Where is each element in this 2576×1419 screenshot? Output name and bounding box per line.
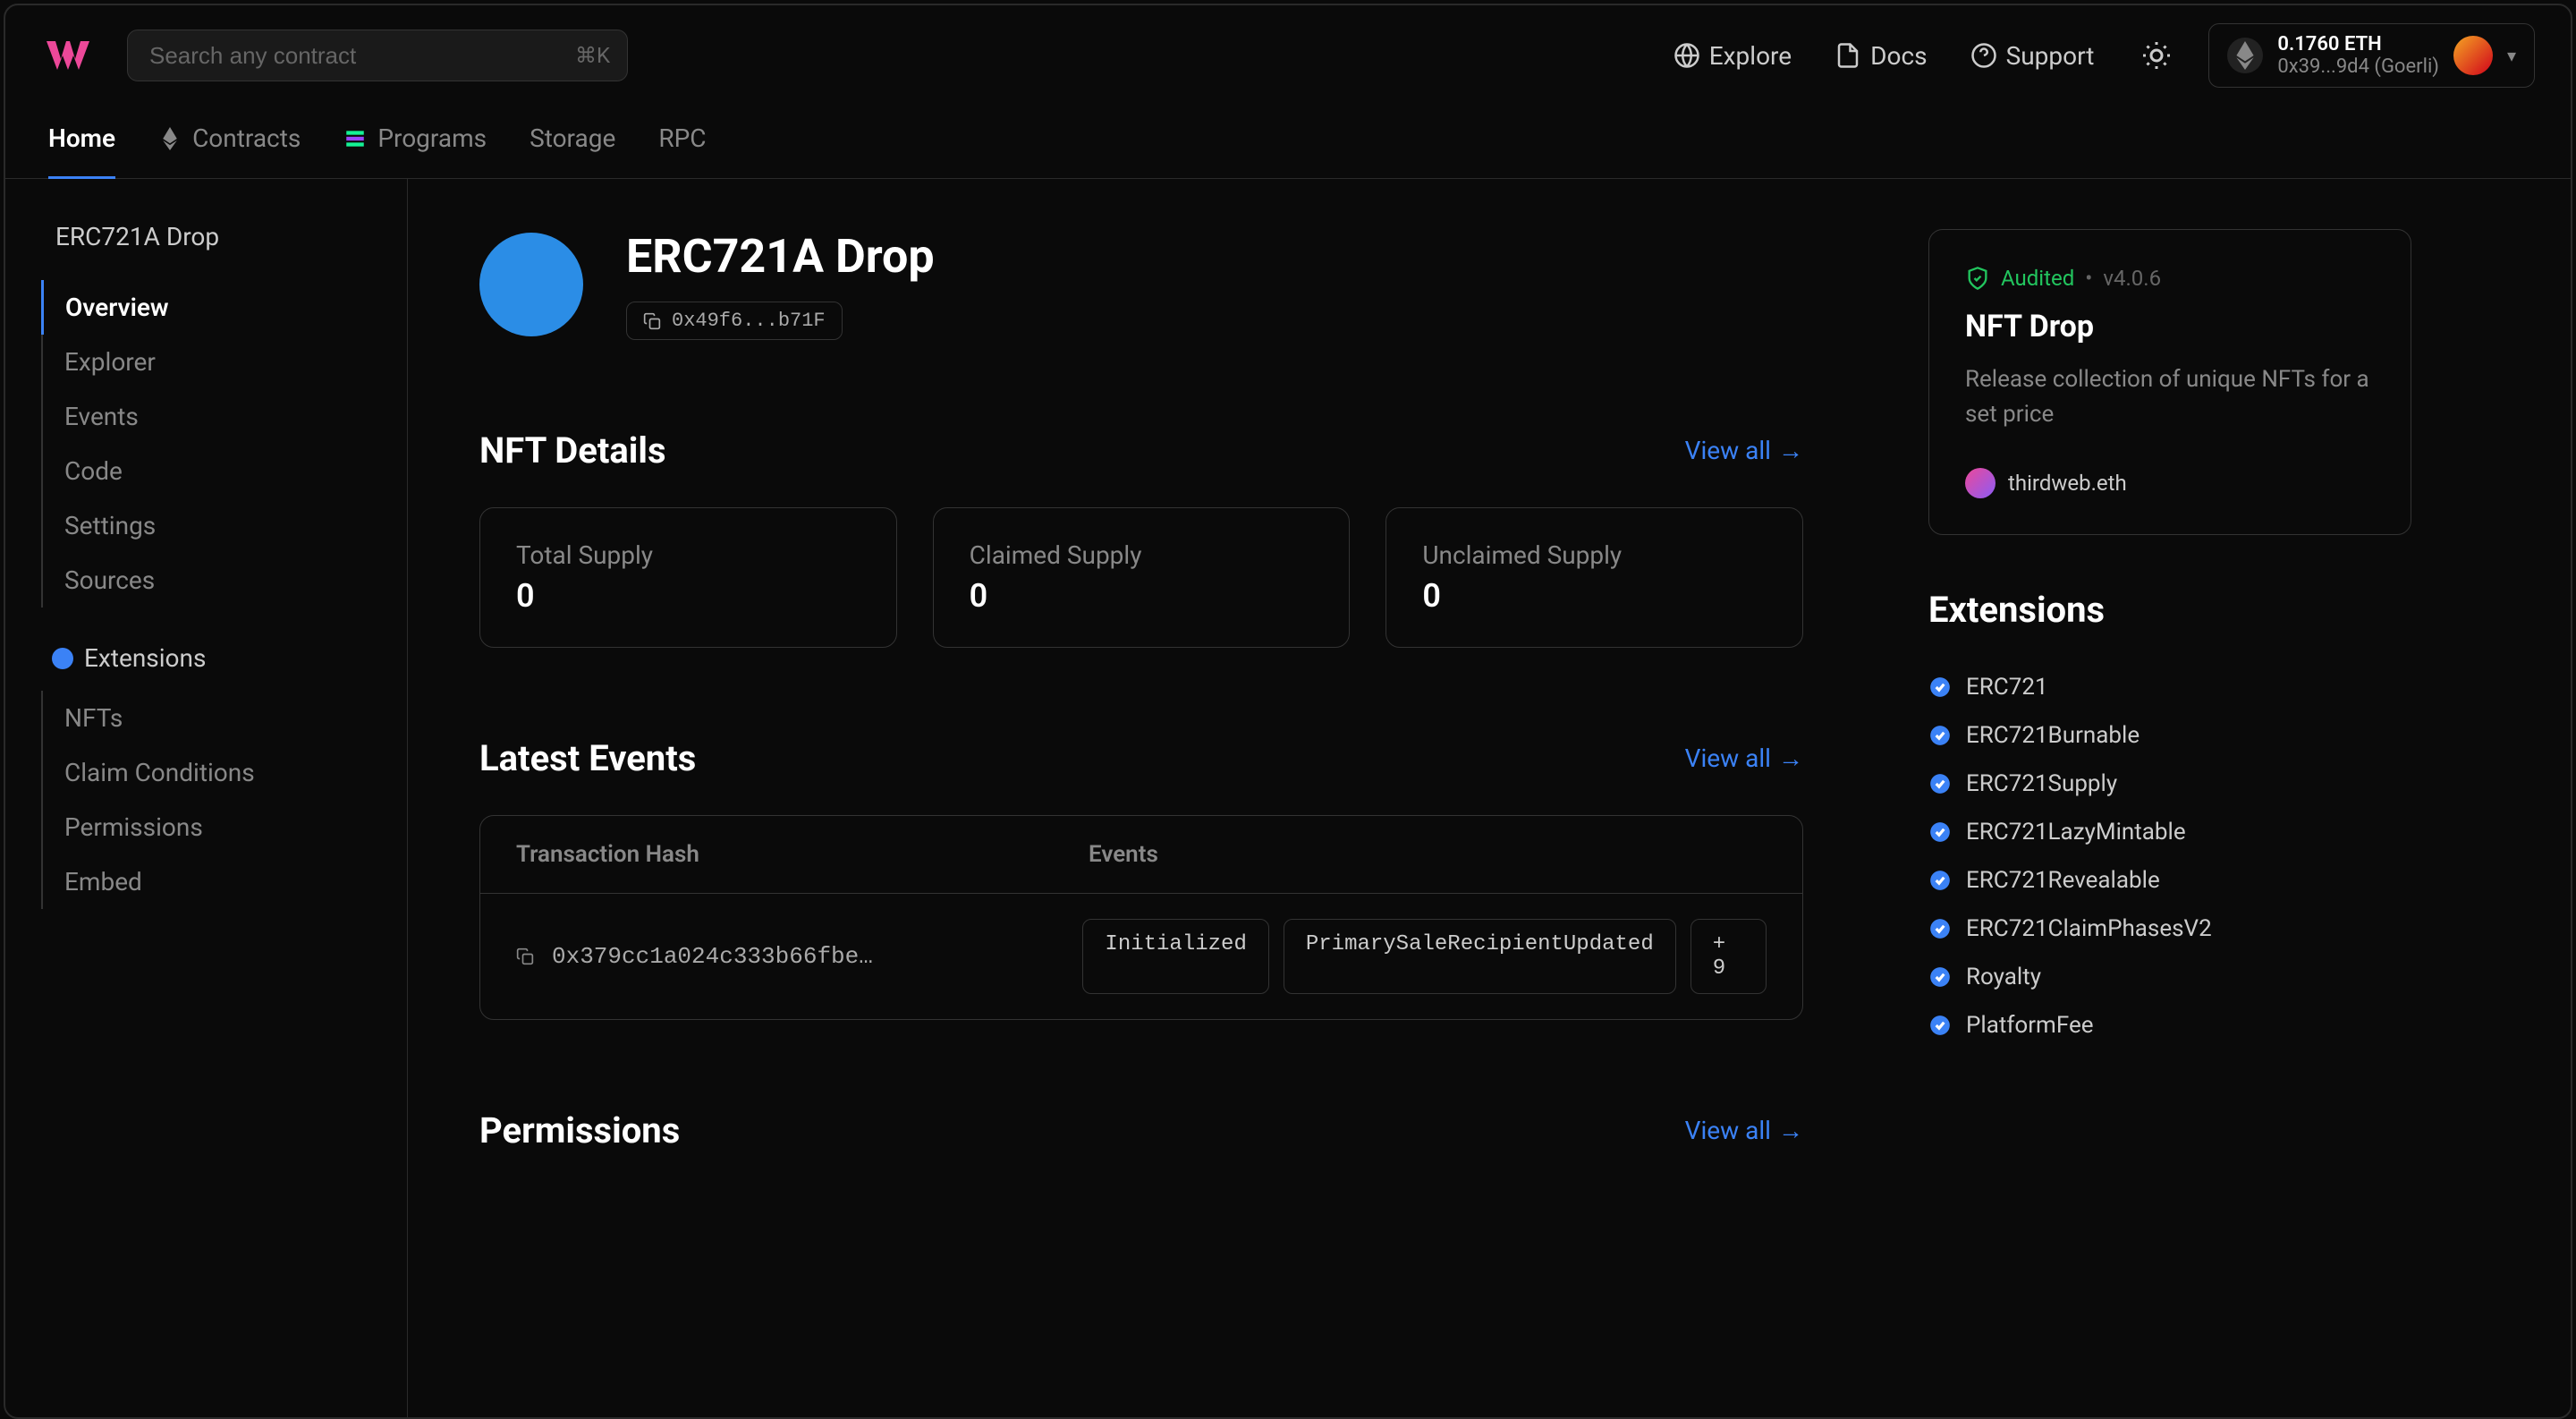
wallet-balance: 0.1760 ETH <box>2277 33 2439 55</box>
logo[interactable] <box>41 34 106 77</box>
help-icon <box>1970 42 1997 69</box>
explore-link[interactable]: Explore <box>1663 41 1802 71</box>
wallet-address: 0x39...9d4 (Goerli) <box>2277 55 2439 78</box>
tab-contracts[interactable]: Contracts <box>158 123 301 178</box>
check-icon <box>1928 772 1952 795</box>
sidebar-item-code[interactable]: Code <box>43 444 371 498</box>
arrow-right-icon: → <box>1778 436 1803 465</box>
permissions-view-all[interactable]: View all → <box>1685 1116 1803 1145</box>
extension-item: PlatformFee <box>1928 1001 2411 1049</box>
check-icon <box>1928 820 1952 844</box>
search-shortcut: ⌘K <box>575 43 610 68</box>
search-input[interactable] <box>127 30 628 81</box>
card-description: Release collection of unique NFTs for a … <box>1965 362 2375 432</box>
card-title: NFT Drop <box>1965 309 2375 344</box>
check-icon <box>1928 965 1952 989</box>
extensions-title: Extensions <box>1928 589 2411 631</box>
event-badge: Initialized <box>1082 919 1268 994</box>
arrow-right-icon: → <box>1778 1116 1803 1145</box>
event-badge-more[interactable]: + 9 <box>1690 919 1767 994</box>
tab-rpc[interactable]: RPC <box>658 123 706 178</box>
author-avatar <box>1965 468 1996 498</box>
file-icon <box>1835 42 1861 69</box>
support-link[interactable]: Support <box>1960 41 2106 71</box>
sidebar-item-events[interactable]: Events <box>43 389 371 444</box>
stat-total-supply: Total Supply 0 <box>479 507 897 648</box>
contract-avatar <box>479 233 583 336</box>
stat-unclaimed-supply: Unclaimed Supply 0 <box>1385 507 1803 648</box>
ethereum-icon <box>2227 38 2263 73</box>
col-events: Events <box>1089 841 1158 868</box>
nft-details-view-all[interactable]: View all → <box>1685 436 1803 465</box>
author-link[interactable]: thirdweb.eth <box>1965 468 2375 498</box>
wallet-avatar <box>2453 36 2493 75</box>
sidebar-section-extensions: Extensions <box>41 608 371 691</box>
wallet-button[interactable]: 0.1760 ETH 0x39...9d4 (Goerli) ▾ <box>2208 23 2535 88</box>
tab-home[interactable]: Home <box>48 123 115 178</box>
solana-icon <box>343 127 367 150</box>
tab-storage[interactable]: Storage <box>530 123 615 178</box>
sidebar-item-nfts[interactable]: NFTs <box>43 691 371 745</box>
events-row[interactable]: 0x379cc1a024c333b66fbe… Initialized Prim… <box>480 894 1802 1019</box>
extension-dot-icon <box>52 648 73 669</box>
sidebar-item-claim-conditions[interactable]: Claim Conditions <box>43 745 371 800</box>
globe-icon <box>1674 42 1700 69</box>
contract-title: ERC721A Drop <box>626 229 935 284</box>
sun-icon <box>2140 39 2173 72</box>
tx-hash-value: 0x379cc1a024c333b66fbe… <box>552 943 873 970</box>
check-icon <box>1928 917 1952 940</box>
sidebar-item-settings[interactable]: Settings <box>43 498 371 553</box>
copy-icon[interactable] <box>516 947 534 965</box>
events-table: Transaction Hash Events 0x379cc1a024c333… <box>479 815 1803 1020</box>
check-icon <box>1928 1014 1952 1037</box>
check-icon <box>1928 869 1952 892</box>
arrow-right-icon: → <box>1778 743 1803 773</box>
extension-item: ERC721Revealable <box>1928 856 2411 905</box>
event-badge: PrimarySaleRecipientUpdated <box>1284 919 1676 994</box>
sidebar-item-sources[interactable]: Sources <box>43 553 371 608</box>
extension-item: ERC721Supply <box>1928 760 2411 808</box>
shield-check-icon <box>1965 266 1990 291</box>
extension-item: ERC721Burnable <box>1928 711 2411 760</box>
sidebar-item-embed[interactable]: Embed <box>43 854 371 909</box>
col-tx-hash: Transaction Hash <box>516 841 1089 868</box>
sidebar-item-permissions[interactable]: Permissions <box>43 800 371 854</box>
check-icon <box>1928 724 1952 747</box>
info-card: Audited • v4.0.6 NFT Drop Release collec… <box>1928 229 2411 535</box>
contract-address-button[interactable]: 0x49f6...b71F <box>626 302 843 340</box>
extension-item: ERC721ClaimPhasesV2 <box>1928 905 2411 953</box>
stat-claimed-supply: Claimed Supply 0 <box>933 507 1351 648</box>
nft-details-title: NFT Details <box>479 429 666 472</box>
permissions-title: Permissions <box>479 1109 680 1151</box>
latest-events-title: Latest Events <box>479 737 696 779</box>
tab-programs[interactable]: Programs <box>343 123 487 178</box>
version-label: v4.0.6 <box>2103 266 2161 291</box>
sidebar-item-explorer[interactable]: Explorer <box>43 335 371 389</box>
ethereum-icon <box>158 127 182 150</box>
theme-toggle[interactable] <box>2140 39 2173 72</box>
extension-item: ERC721LazyMintable <box>1928 808 2411 856</box>
copy-icon <box>643 312 661 330</box>
sidebar-title: ERC721A Drop <box>41 222 371 251</box>
docs-link[interactable]: Docs <box>1824 41 1937 71</box>
check-icon <box>1928 676 1952 699</box>
extension-item: ERC721 <box>1928 663 2411 711</box>
chevron-down-icon: ▾ <box>2507 45 2516 66</box>
events-view-all[interactable]: View all → <box>1685 743 1803 773</box>
audited-label: Audited <box>2001 266 2074 291</box>
sidebar-item-overview[interactable]: Overview <box>41 280 371 335</box>
extension-item: Royalty <box>1928 953 2411 1001</box>
